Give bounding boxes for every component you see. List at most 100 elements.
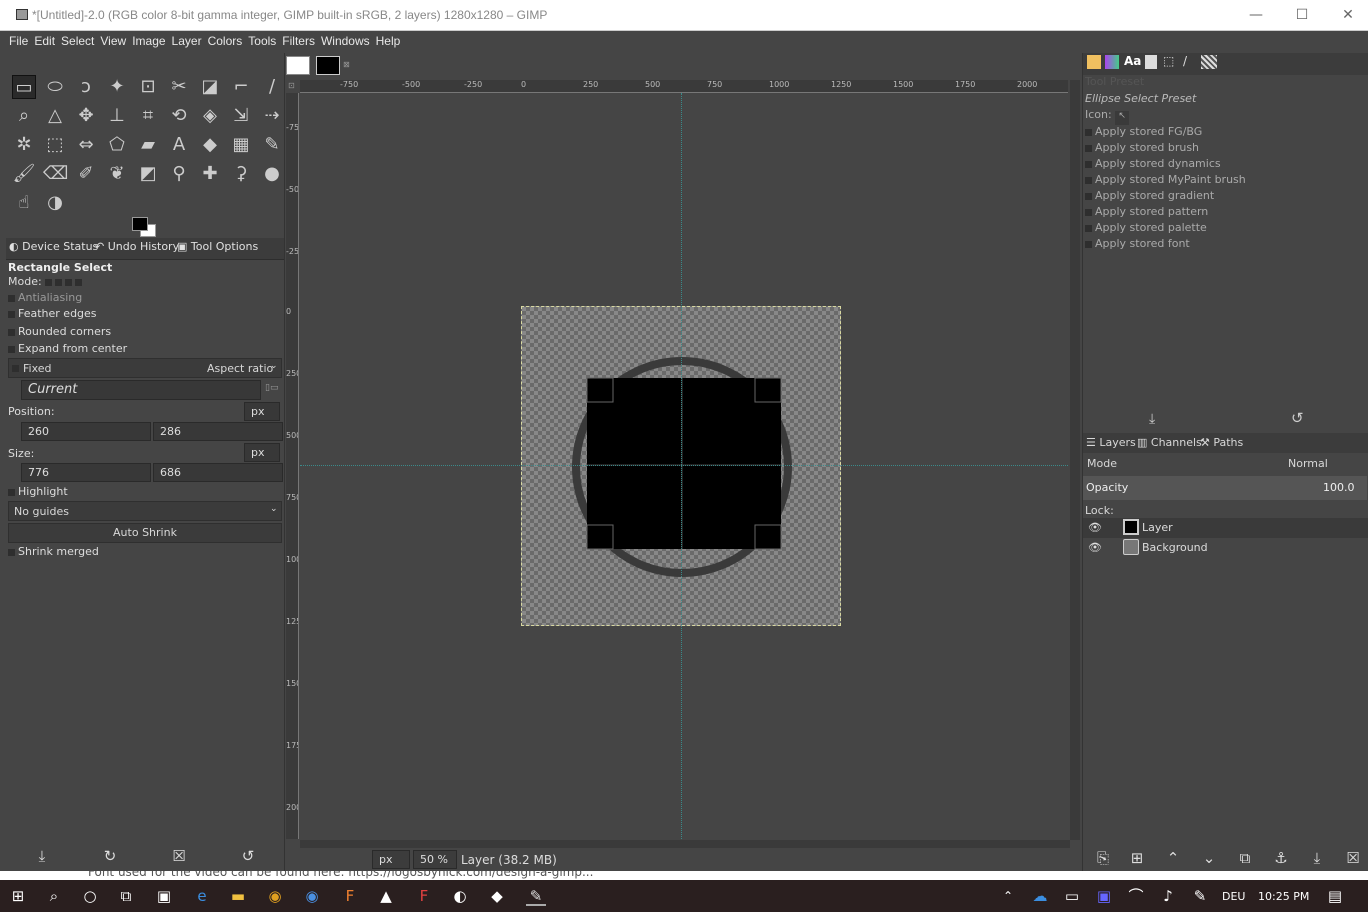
gradient-tool-icon[interactable]: ▦ [229, 133, 253, 157]
new-layer-icon[interactable]: ⎘ [1093, 849, 1113, 867]
portrait-landscape-icon[interactable]: ▯▭ [265, 383, 279, 397]
save-preset-icon[interactable]: ⤓ [1149, 411, 1155, 427]
preset-item[interactable]: Apply stored font [1085, 237, 1190, 250]
mode-select[interactable]: Normal [1288, 457, 1328, 470]
wifi-icon[interactable]: ⌒ [1126, 886, 1146, 906]
app-f-icon[interactable]: F [340, 886, 360, 906]
restore-options-icon[interactable]: ↻ [100, 847, 120, 865]
language-indicator[interactable]: DEU [1222, 890, 1245, 903]
mode-add-icon[interactable] [55, 278, 63, 286]
delete-options-icon[interactable]: ☒ [169, 847, 189, 865]
tool-presets-icon[interactable]: / [1183, 54, 1187, 68]
warp-tool-icon[interactable]: ✲ [12, 133, 36, 157]
position-unit-select[interactable]: px [244, 402, 280, 421]
menu-windows[interactable]: Windows [318, 31, 373, 51]
unit-select[interactable]: px [372, 850, 410, 869]
airbrush-tool-icon[interactable]: ✐ [74, 162, 98, 186]
shear-tool-icon[interactable]: ⇢ [260, 104, 284, 128]
perspective-clone-tool-icon[interactable]: ⚳ [229, 162, 253, 186]
measure-tool-icon[interactable]: △ [43, 104, 67, 128]
menu-colors[interactable]: Colors [205, 31, 246, 51]
patterns-icon[interactable] [1105, 55, 1119, 69]
tab-layers[interactable]: ☰ Layers [1086, 436, 1136, 449]
expand-center-checkbox[interactable]: Expand from center [8, 342, 127, 355]
tab-undo-history[interactable]: ↶ Undo History [95, 240, 179, 253]
battery-icon[interactable]: ▭ [1062, 886, 1082, 906]
preset-item[interactable]: Apply stored brush [1085, 141, 1199, 154]
scale-tool-icon[interactable]: ⇲ [229, 104, 253, 128]
image-tab-current[interactable] [316, 56, 340, 75]
eraser-tool-icon[interactable]: ⌫ [43, 162, 68, 186]
position-y-input[interactable]: 286 [153, 422, 283, 441]
notifications-icon[interactable]: ▤ [1325, 886, 1345, 906]
size-unit-select[interactable]: px [244, 443, 280, 462]
tray-chevron-icon[interactable]: ⌃ [998, 886, 1018, 906]
antialiasing-checkbox[interactable]: Antialiasing [8, 291, 82, 304]
align-tool-icon[interactable]: ⊥ [105, 104, 129, 128]
canvas-viewport[interactable] [300, 93, 1068, 839]
brushes-icon[interactable] [1087, 55, 1101, 69]
eye-icon[interactable]: 👁 [1088, 521, 1102, 534]
fill-tool-icon[interactable]: ◆ [198, 133, 222, 157]
minimize-button[interactable]: — [1236, 3, 1276, 27]
flip-tool-icon[interactable]: ⇔ [74, 133, 98, 157]
auto-shrink-button[interactable]: Auto Shrink [8, 523, 282, 543]
preset-item[interactable]: Apply stored FG/BG [1085, 125, 1202, 138]
photos-icon[interactable]: ▲ [376, 886, 396, 906]
image-tab-white[interactable] [286, 56, 310, 75]
perspective-tool-icon[interactable]: ⬚ [43, 133, 67, 157]
dodge-burn-tool-icon[interactable]: ◑ [43, 191, 67, 215]
scissors-tool-icon[interactable]: ✂ [167, 75, 191, 99]
preset-item[interactable]: Apply stored MyPaint brush [1085, 173, 1246, 186]
aspect-current-input[interactable]: Current [21, 380, 261, 400]
pencil-tool-icon[interactable]: ✎ [260, 133, 284, 157]
delete-layer-icon[interactable]: ☒ [1343, 849, 1363, 867]
teams-icon[interactable]: ▣ [1094, 886, 1114, 906]
smudge-tool-icon[interactable]: ☝ [12, 191, 36, 215]
clone-tool-icon[interactable]: ⚲ [167, 162, 191, 186]
foreground-color-swatch[interactable] [132, 217, 148, 231]
new-layer-group-icon[interactable]: ⊞ [1127, 849, 1147, 867]
free-select-tool-icon[interactable]: ↄ [74, 75, 98, 99]
menu-help[interactable]: Help [373, 31, 404, 51]
menu-layer[interactable]: Layer [169, 31, 205, 51]
aspect-ratio-dropdown[interactable]: Aspect ratio [207, 362, 273, 375]
lower-layer-icon[interactable]: ⌄ [1199, 849, 1219, 867]
inkscape-icon[interactable]: ◐ [450, 886, 470, 906]
preset-item[interactable]: Apply stored dynamics [1085, 157, 1221, 170]
images-icon[interactable]: ⬚ [1163, 54, 1174, 68]
select-by-color-tool-icon[interactable]: ⊡ [136, 75, 160, 99]
edge-icon[interactable]: e [192, 886, 212, 906]
tab-close-icon[interactable]: ⊠ [343, 60, 350, 69]
chrome-icon[interactable]: ◉ [265, 886, 285, 906]
horizontal-scrollbar[interactable] [300, 840, 1070, 848]
mypaint-brush-tool-icon[interactable]: ◩ [136, 162, 160, 186]
guide-vertical[interactable] [681, 93, 682, 839]
heal-tool-icon[interactable]: ✚ [198, 162, 222, 186]
menu-edit[interactable]: Edit [31, 31, 58, 51]
fonts-icon[interactable]: Aa [1124, 54, 1141, 68]
app-fc-icon[interactable]: F [414, 886, 434, 906]
cursor-icon[interactable]: ↖ [1115, 111, 1130, 125]
eye-icon[interactable]: 👁 [1088, 541, 1102, 554]
close-button[interactable]: ✕ [1328, 3, 1368, 27]
preset-current[interactable]: Ellipse Select Preset [1085, 92, 1196, 105]
opacity-slider[interactable]: Opacity 100.0 [1083, 476, 1367, 500]
mode-subtract-icon[interactable] [65, 278, 73, 286]
layer-row[interactable]: 👁 Layer [1083, 518, 1368, 538]
tab-device-status[interactable]: ◐ Device Status [9, 240, 98, 253]
tab-channels[interactable]: ▥ Channels [1137, 436, 1202, 449]
unified-transform-tool-icon[interactable]: ⟲ [167, 104, 191, 128]
explorer-icon[interactable]: ▬ [228, 886, 248, 906]
gimp-taskbar-icon[interactable]: ✎ [526, 886, 546, 906]
shrink-merged-checkbox[interactable]: Shrink merged [8, 545, 99, 558]
fixed-check-icon[interactable] [12, 365, 19, 372]
clock[interactable]: 10:25 PM [1258, 890, 1309, 903]
volume-icon[interactable]: ♪ [1158, 886, 1178, 906]
rect-select-tool-icon[interactable]: ▭ [12, 75, 36, 99]
menu-image[interactable]: Image [129, 31, 168, 51]
rotate-tool-icon[interactable]: ◈ [198, 104, 222, 128]
crop-tool-icon[interactable]: ⌗ [136, 104, 160, 128]
guide-horizontal[interactable] [300, 465, 1068, 466]
guides-dropdown[interactable]: No guides ⌄ [8, 501, 282, 521]
